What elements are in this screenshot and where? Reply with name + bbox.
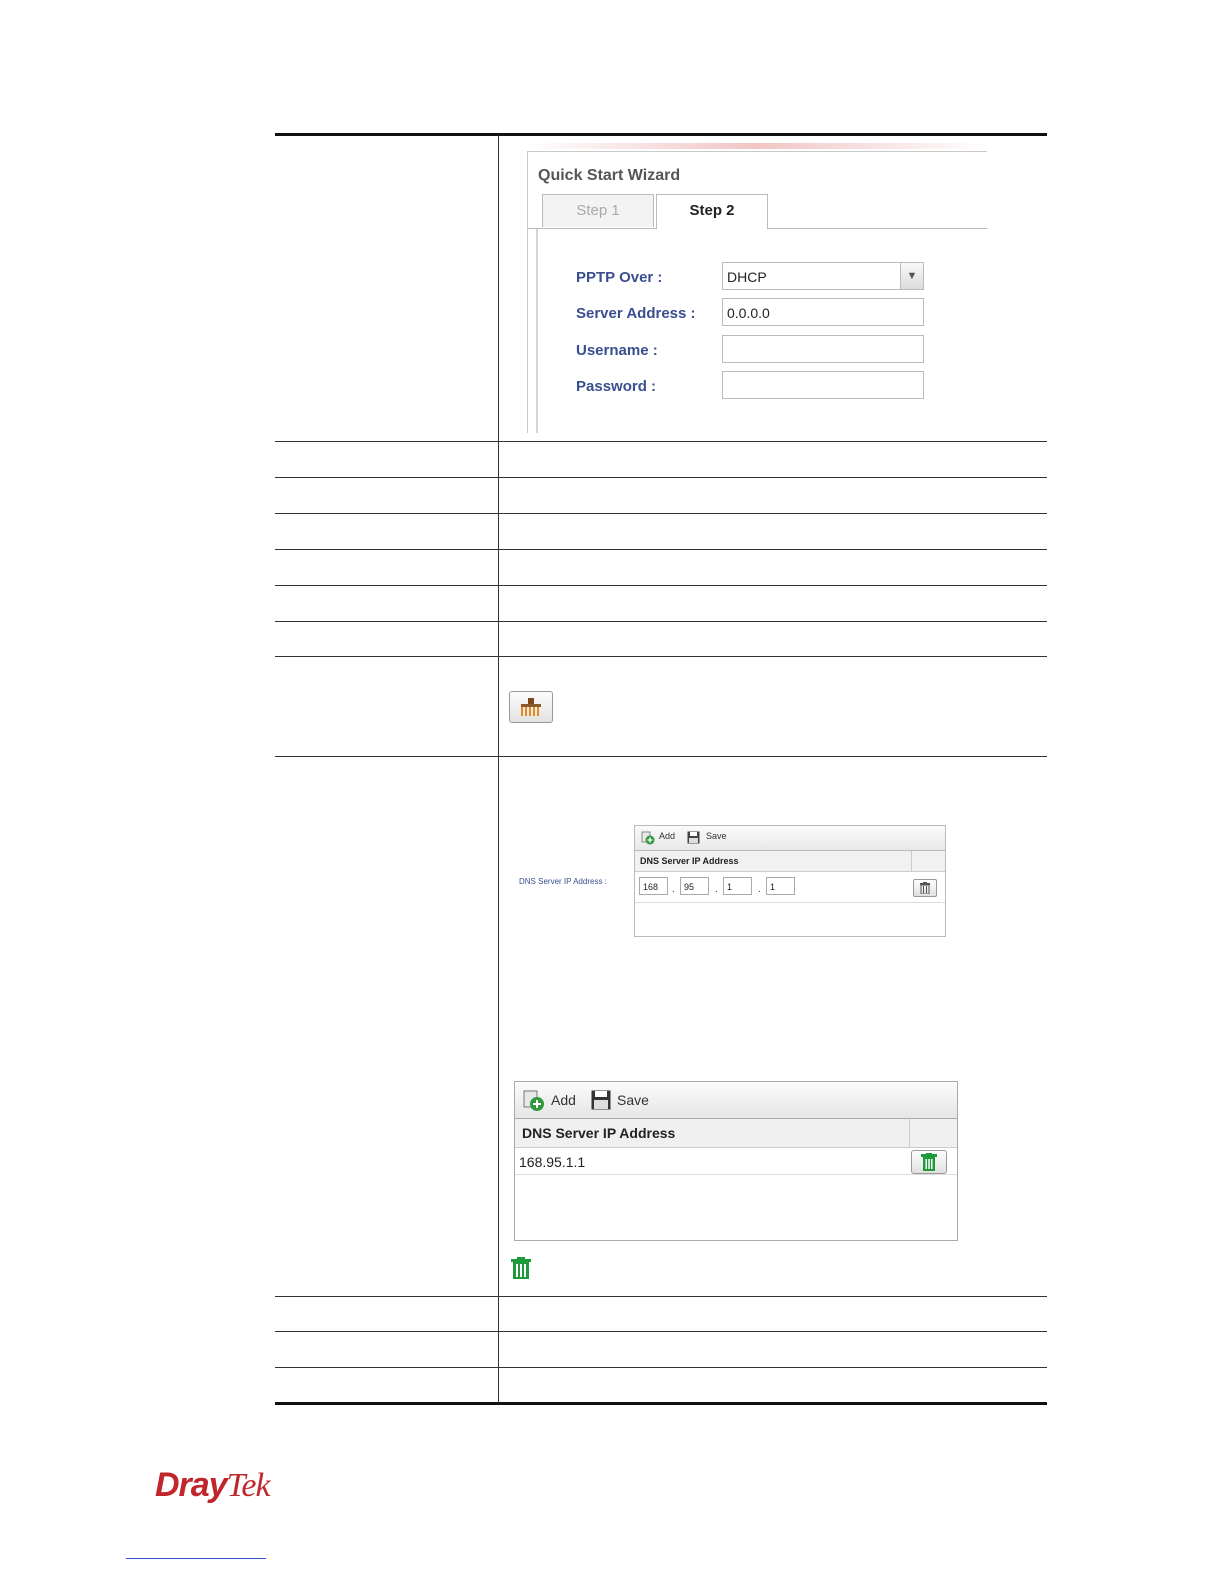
ip-octet-4[interactable]: 1 [766,877,795,895]
dns-column-title: DNS Server IP Address [522,1125,676,1141]
add-button[interactable]: Add [551,1092,576,1108]
dns-toolbar: Add Save [635,826,945,851]
pptp-over-label: PPTP Over : [576,269,663,286]
pptp-over-select[interactable]: DHCP ▼ [722,262,924,290]
row-separator [635,902,945,903]
dns-column-header: DNS Server IP Address [515,1119,957,1148]
dns-entry: 168.95.1.1 [519,1154,586,1170]
ip-octet-2[interactable]: 95 [680,877,709,895]
wizard-body: PPTP Over : DHCP ▼ Server Address : 0.0.… [536,229,987,433]
trash-green-icon [511,1257,531,1279]
draytek-logo: DrayTek [155,1466,271,1505]
add-button[interactable]: Add [659,831,675,841]
quick-start-wizard: Quick Start Wizard Step 1 Step 2 PPTP Ov… [527,143,987,433]
row-divider [275,656,1047,657]
save-button[interactable]: Save [617,1092,649,1108]
dns-server-ip-label: DNS Server IP Address : [519,877,607,886]
wizard-tabbar: Step 1 Step 2 [528,194,987,229]
row-divider [275,1331,1047,1332]
row-divider [275,477,1047,478]
save-icon[interactable] [591,1090,611,1110]
row-divider [275,549,1047,550]
password-input[interactable] [722,371,924,399]
table-bottom-rule [275,1402,1047,1405]
save-button[interactable]: Save [706,831,727,841]
column-divider [498,135,499,1403]
server-address-input[interactable]: 0.0.0.0 [722,298,924,326]
delete-button[interactable] [913,879,937,897]
wizard-top-glow [527,143,987,149]
document-table: Quick Start Wizard Step 1 Step 2 PPTP Ov… [275,133,1047,1405]
server-address-label: Server Address : [576,305,696,322]
broom-icon [521,698,541,716]
add-icon[interactable] [523,1090,545,1112]
octet-separator: . [715,884,718,895]
dns-editor-large: Add Save DNS Server IP Address 168.95.1.… [514,1081,958,1241]
row-divider [275,1296,1047,1297]
ip-octet-1[interactable]: 168 [639,877,668,895]
clear-button[interactable] [509,691,553,723]
octet-separator: . [672,884,675,895]
username-input[interactable] [722,335,924,363]
save-icon[interactable] [687,831,700,844]
chevron-down-icon[interactable]: ▼ [900,263,923,289]
trash-green-icon [921,1153,937,1171]
row-divider [275,441,1047,442]
add-icon[interactable] [641,831,655,845]
header-divider [911,851,912,871]
header-divider [909,1119,910,1147]
row-divider [275,585,1047,586]
row-divider [275,756,1047,757]
logo-dray: Dray [155,1466,228,1504]
dns-column-header: DNS Server IP Address [635,851,945,872]
dns-editor-small: Add Save DNS Server IP Address 168 . 95 … [634,825,946,937]
row-divider [275,513,1047,514]
footer-underline [126,1558,266,1559]
wizard-title: Quick Start Wizard [538,167,681,184]
tab-step-2[interactable]: Step 2 [656,194,768,229]
tab-step-1[interactable]: Step 1 [542,194,654,227]
username-label: Username : [576,342,658,359]
row-divider [275,1367,1047,1368]
table-top-rule [275,133,1047,136]
trash-icon [920,882,930,894]
row-separator [515,1174,957,1175]
octet-separator: . [758,884,761,895]
ip-octet-3[interactable]: 1 [723,877,752,895]
dns-toolbar: Add Save [515,1082,957,1119]
delete-button[interactable] [911,1150,947,1174]
password-label: Password : [576,378,657,395]
dns-column-title: DNS Server IP Address [640,856,739,866]
row-divider [275,621,1047,622]
wizard-frame: Quick Start Wizard Step 1 Step 2 PPTP Ov… [527,151,987,433]
logo-tek: Tek [226,1467,271,1504]
pptp-over-value: DHCP [727,269,767,285]
